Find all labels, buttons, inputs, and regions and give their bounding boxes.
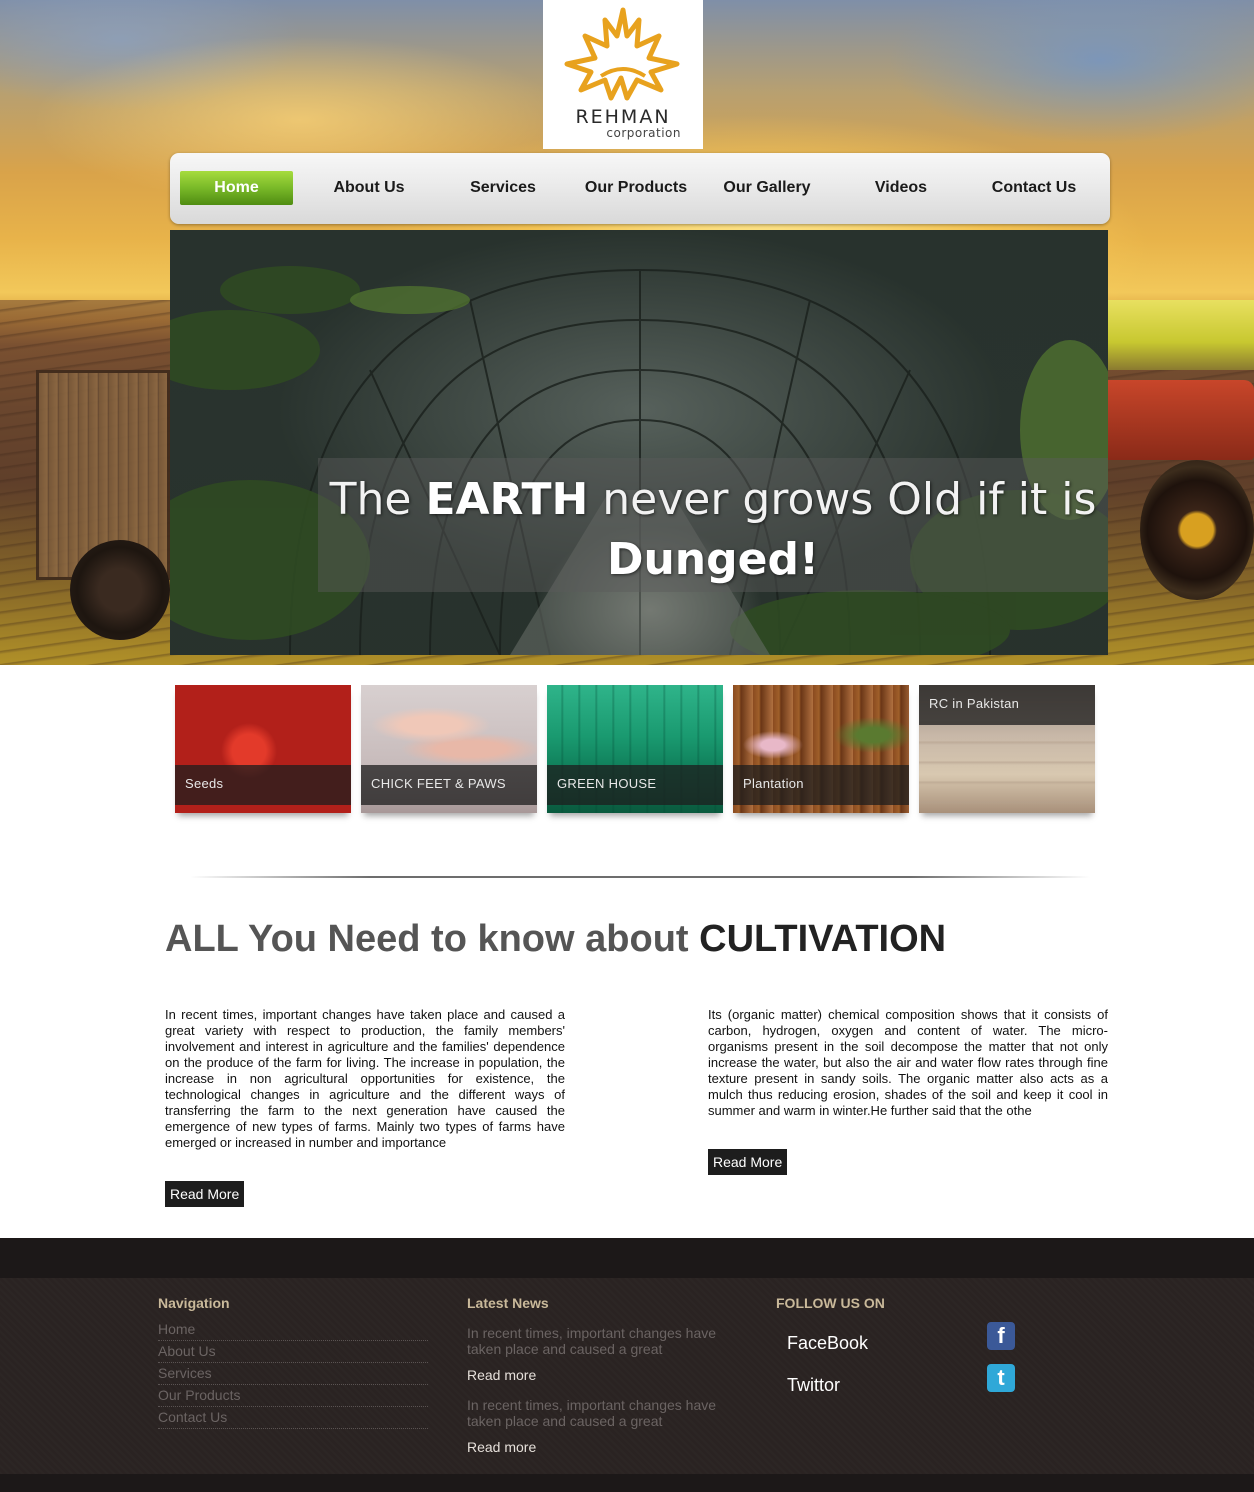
logo-tagline: corporation [606, 126, 681, 140]
section-divider [190, 876, 1090, 878]
footer-link-contact-us[interactable]: Contact Us [158, 1407, 428, 1429]
facebook-icon[interactable]: f [987, 1322, 1015, 1350]
footer-bottom-bar [0, 1474, 1254, 1492]
footer-news-title: Latest News [467, 1295, 549, 1311]
thumb-rc-in-pakistan[interactable]: RC in Pakistan [919, 685, 1095, 813]
logo-name: REHMAN [575, 106, 671, 128]
banner-caption: The EARTH never grows Old if it is Dunge… [318, 470, 1108, 590]
caption-text-1: The [329, 474, 426, 525]
logo[interactable]: REHMAN corporation [543, 0, 703, 149]
page-title: ALL You Need to know about CULTIVATION [165, 918, 946, 961]
footer-link-home[interactable]: Home [158, 1319, 428, 1341]
news-item-text-2: In recent times, important changes have … [467, 1397, 717, 1429]
thumb-label: CHICK FEET & PAWS [361, 765, 537, 805]
nav-about-us[interactable]: About Us [313, 171, 425, 205]
nav-our-products[interactable]: Our Products [575, 171, 697, 205]
thumb-green-house[interactable]: GREEN HOUSE [547, 685, 723, 813]
news-item-text-1: In recent times, important changes have … [467, 1325, 717, 1357]
news-read-more-1[interactable]: Read more [467, 1367, 536, 1383]
read-more-button-2[interactable]: Read More [708, 1149, 788, 1175]
footer-link-about-us[interactable]: About Us [158, 1341, 428, 1363]
thumb-label: Plantation [733, 765, 909, 805]
nav-our-gallery[interactable]: Our Gallery [711, 171, 823, 205]
tractor-wheel-image [1140, 460, 1254, 600]
twitter-icon[interactable]: t [987, 1364, 1015, 1392]
tractor-image [1108, 380, 1254, 460]
thumb-seeds[interactable]: Seeds [175, 685, 351, 813]
thumb-label: GREEN HOUSE [547, 765, 723, 805]
article-column-2: Its (organic matter) chemical compositio… [708, 1007, 1108, 1118]
caption-bold-earth: EARTH [425, 474, 589, 525]
caption-text-2: never grows Old if it is [588, 474, 1097, 525]
facebook-link[interactable]: FaceBook [787, 1333, 868, 1354]
caption-bold-dunged: Dunged! [606, 534, 820, 585]
footer-link-our-products[interactable]: Our Products [158, 1385, 428, 1407]
footer-navigation-title: Navigation [158, 1295, 230, 1311]
read-more-button-1[interactable]: Read More [165, 1181, 245, 1207]
trailer-wheel-image [70, 540, 170, 640]
title-strong: CULTIVATION [699, 918, 947, 960]
title-light: ALL You Need to know about [165, 918, 700, 960]
nav-videos[interactable]: Videos [845, 171, 957, 205]
article-column-1: In recent times, important changes have … [165, 1007, 565, 1150]
thumb-plantation[interactable]: Plantation [733, 685, 909, 813]
news-read-more-2[interactable]: Read more [467, 1439, 536, 1455]
thumb-label: Seeds [175, 765, 351, 805]
twitter-link[interactable]: Twittor [787, 1375, 840, 1396]
farm-field-right [1108, 300, 1254, 370]
main-nav: Home About Us Services Our Products Our … [170, 153, 1110, 224]
footer-top-bar [0, 1238, 1254, 1278]
footer-link-services[interactable]: Services [158, 1363, 428, 1385]
thumb-label: RC in Pakistan [919, 685, 1095, 725]
nav-services[interactable]: Services [447, 171, 559, 205]
footer-follow-title: FOLLOW US ON [776, 1295, 885, 1311]
leaf-logo-icon [564, 7, 680, 101]
nav-contact-us[interactable]: Contact Us [978, 171, 1090, 205]
nav-home[interactable]: Home [180, 171, 293, 205]
hero-banner[interactable]: The EARTH never grows Old if it is Dunge… [170, 230, 1108, 655]
thumb-chick-feet-paws[interactable]: CHICK FEET & PAWS [361, 685, 537, 813]
